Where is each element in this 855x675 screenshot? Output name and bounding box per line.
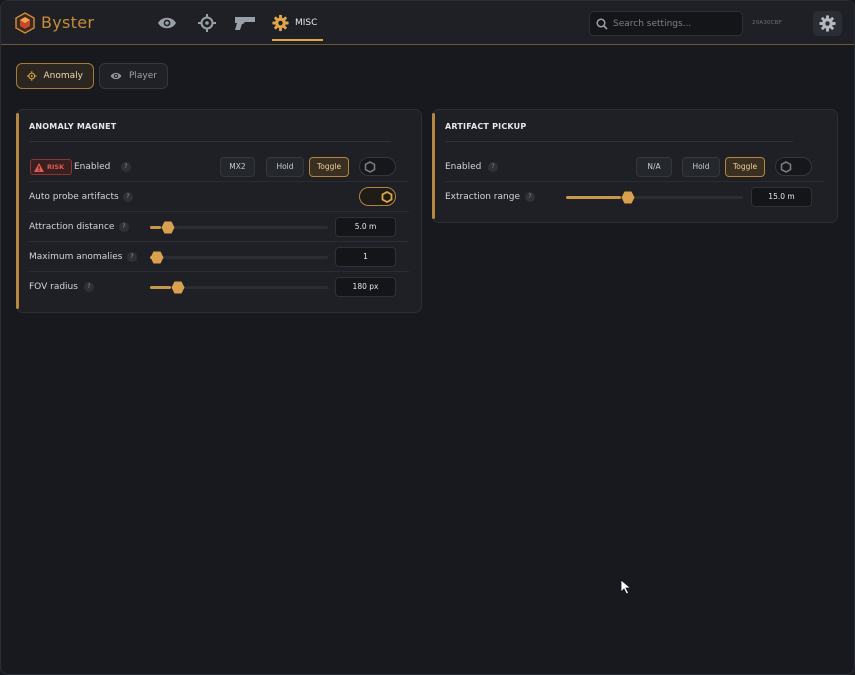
subtab-player-label: Player xyxy=(128,71,157,81)
slider-track[interactable] xyxy=(150,226,328,229)
subtab-player[interactable]: Player xyxy=(99,63,168,89)
search-box[interactable] xyxy=(589,11,743,36)
help-icon[interactable]: ? xyxy=(123,192,133,202)
slider-thumb[interactable] xyxy=(171,281,185,294)
help-icon[interactable]: ? xyxy=(488,162,498,172)
build-id: 20A30CBF xyxy=(752,20,783,26)
slider-fill xyxy=(150,286,172,289)
nav-tab-misc-label: MISC xyxy=(295,18,318,28)
subtab-anomaly-label: Anomaly xyxy=(43,71,83,81)
help-icon[interactable]: ? xyxy=(127,252,137,262)
setting-label: Auto probe artifacts xyxy=(29,192,119,202)
value-box[interactable]: 15.0 m xyxy=(751,187,812,207)
hexagon-knob-icon xyxy=(381,191,393,203)
mouse-cursor-icon xyxy=(620,579,632,595)
divider xyxy=(29,141,391,142)
keybind-button[interactable]: N/A xyxy=(636,157,672,177)
setting-row-extraction-range: Extraction range ? 15.0 m xyxy=(433,182,837,212)
setting-row-enabled: RISK Enabled ? MX2 Hold Toggle xyxy=(17,152,421,182)
gear-icon xyxy=(272,14,289,32)
setting-row-maximum-anomalies: Maximum anomalies ? 1 xyxy=(17,242,421,272)
gear-icon xyxy=(819,15,836,32)
setting-row-auto-probe: Auto probe artifacts ? xyxy=(17,182,421,212)
hexagon-knob-icon xyxy=(364,161,376,173)
crosshair-icon xyxy=(198,14,216,32)
app-title: Byster xyxy=(41,13,95,32)
panel-title: ANOMALY MAGNET xyxy=(29,122,117,131)
panel-title: ARTIFACT PICKUP xyxy=(445,122,527,131)
mode-toggle-button[interactable]: Toggle xyxy=(725,157,765,177)
keybind-button[interactable]: MX2 xyxy=(220,157,255,177)
risk-badge: RISK xyxy=(30,159,72,175)
value-box[interactable]: 5.0 m xyxy=(335,217,396,237)
value-box[interactable]: 180 px xyxy=(335,277,396,297)
active-tab-indicator xyxy=(272,39,323,41)
slider-thumb[interactable] xyxy=(150,251,164,264)
setting-label: Maximum anomalies xyxy=(29,252,123,262)
help-icon[interactable]: ? xyxy=(84,282,94,292)
setting-row-fov-radius: FOV radius ? 180 px xyxy=(17,272,421,302)
app-window: Byster MISC Search settings... 20A30CBF … xyxy=(0,0,855,675)
crosshair-icon xyxy=(27,71,37,81)
divider xyxy=(445,141,793,142)
settings-button[interactable] xyxy=(813,11,842,36)
help-icon[interactable]: ? xyxy=(121,162,131,172)
enabled-switch[interactable] xyxy=(359,157,396,176)
mode-hold-button[interactable]: Hold xyxy=(266,157,304,177)
setting-label: Attraction distance xyxy=(29,222,115,232)
value-box[interactable]: 1 xyxy=(335,247,396,267)
top-bar: Byster MISC Search settings... 20A30CBF xyxy=(1,1,854,45)
pistol-icon xyxy=(235,17,255,30)
risk-label: RISK xyxy=(47,163,65,171)
slider-fill xyxy=(566,196,621,199)
artifact-pickup-panel: ARTIFACT PICKUP Enabled ? N/A Hold Toggl… xyxy=(432,109,838,223)
setting-label: Enabled xyxy=(74,162,111,172)
nav-tab-misc[interactable]: MISC xyxy=(272,13,317,41)
setting-label: Enabled xyxy=(445,162,482,172)
help-icon[interactable]: ? xyxy=(119,222,129,232)
byster-logo-icon xyxy=(15,12,35,34)
search-icon xyxy=(596,17,608,30)
eye-icon xyxy=(158,17,176,29)
slider-fill xyxy=(150,226,161,229)
subtab-anomaly[interactable]: Anomaly xyxy=(16,63,94,89)
anomaly-magnet-panel: ANOMALY MAGNET RISK Enabled ? MX2 Hold T… xyxy=(16,109,422,313)
setting-row-enabled: Enabled ? N/A Hold Toggle xyxy=(433,152,837,182)
mode-toggle-button[interactable]: Toggle xyxy=(309,157,349,177)
nav-tab-aim[interactable] xyxy=(196,13,218,33)
warning-icon xyxy=(34,162,44,172)
help-icon[interactable]: ? xyxy=(525,192,535,202)
setting-row-attraction-distance: Attraction distance ? 5.0 m xyxy=(17,212,421,242)
nav-tab-weapons[interactable] xyxy=(234,13,256,33)
auto-probe-switch[interactable] xyxy=(359,187,396,206)
slider-track[interactable] xyxy=(150,256,328,259)
enabled-switch[interactable] xyxy=(775,157,812,176)
search-input[interactable] xyxy=(613,18,741,29)
setting-label: Extraction range xyxy=(445,192,520,202)
slider-thumb[interactable] xyxy=(621,191,635,204)
mode-hold-button[interactable]: Hold xyxy=(682,157,720,177)
nav-tab-visuals[interactable] xyxy=(156,13,178,33)
hexagon-knob-icon xyxy=(780,161,792,173)
setting-label: FOV radius xyxy=(29,282,78,292)
eye-icon xyxy=(110,72,122,80)
slider-thumb[interactable] xyxy=(161,221,175,234)
